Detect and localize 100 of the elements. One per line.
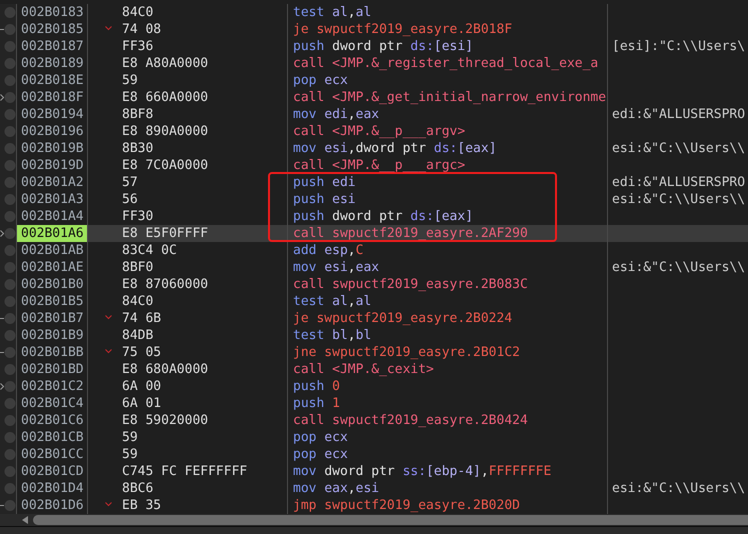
bytes-text: C745 FC FEFFFFFF: [122, 463, 248, 480]
bytes-text: 59: [122, 72, 138, 89]
bytes-text: E8 59020000: [122, 412, 208, 429]
instruction-text: push dword ptr ds:[eax]: [293, 208, 474, 225]
breakpoint-dot-icon[interactable]: [4, 329, 16, 342]
breakpoint-dot-icon[interactable]: [4, 176, 16, 189]
address-text: 002B0194: [21, 106, 84, 123]
breakpoint-dot-icon[interactable]: [4, 261, 16, 274]
breakpoint-dot-icon[interactable]: [4, 227, 16, 240]
address-text: 002B01B9: [21, 327, 84, 344]
breakpoint-dot-icon[interactable]: [4, 397, 16, 410]
bytes-text: 57: [122, 174, 138, 191]
bytes-text: 84DB: [122, 327, 154, 344]
breakpoint-dot-icon[interactable]: [4, 414, 16, 427]
address-text: 002B01D6: [21, 497, 84, 514]
instruction-text: mov esi,eax: [293, 259, 380, 276]
comment-text: esi:&"C:\\Users\\: [612, 480, 746, 497]
address-text: 002B01BB: [21, 344, 84, 361]
address-text: 002B01AB: [21, 242, 84, 259]
address-text: 002B01CD: [21, 463, 84, 480]
bytes-text: 8BC6: [122, 480, 154, 497]
instruction-text: call swpuctf2019_easyre.2B083C: [293, 276, 528, 293]
comment-text: edi:&"ALLUSERSPRO: [612, 106, 746, 123]
breakpoint-dot-icon[interactable]: [4, 210, 16, 223]
breakpoint-dot-icon[interactable]: [4, 91, 16, 104]
instruction-text: pop ecx: [293, 446, 348, 463]
instruction-text: call <JMP.&__p___argv>: [293, 123, 466, 140]
breakpoint-dot-icon[interactable]: [4, 346, 16, 359]
comment-text: edi:&"ALLUSERSPRO: [612, 174, 746, 191]
instruction-text: push 1: [293, 395, 340, 412]
breakpoint-dot-icon[interactable]: [4, 499, 16, 512]
breakpoint-dot-icon[interactable]: [4, 142, 16, 155]
instruction-text: test al,al: [293, 4, 372, 21]
address-text: 002B01A6: [21, 225, 84, 242]
bytes-text: 56: [122, 191, 138, 208]
bytes-text: E8 A80A0000: [122, 55, 208, 72]
comment-text: esi:&"C:\\Users\\: [612, 140, 746, 157]
breakpoint-dot-icon[interactable]: [4, 448, 16, 461]
scroll-left-icon[interactable]: [22, 516, 28, 524]
address-text: 002B01C2: [21, 378, 84, 395]
disassembly-row[interactable]: 002B01A6 E8 E5F0FFFF call swpuctf2019_easyre.2AF290: [0, 225, 748, 242]
breakpoint-dot-icon[interactable]: [4, 465, 16, 478]
breakpoint-dot-icon[interactable]: [4, 108, 16, 121]
jump-dash-icon: [0, 318, 4, 319]
address-text: 002B0185: [21, 21, 84, 38]
bytes-text: 74 08: [122, 21, 162, 38]
breakpoint-dot-icon[interactable]: [4, 278, 16, 291]
breakpoint-dot-icon[interactable]: [4, 125, 16, 138]
jump-dash-icon: [0, 505, 4, 506]
bytes-text: 6A 00: [122, 378, 162, 395]
horizontal-scrollbar[interactable]: [0, 514, 748, 526]
address-text: 002B0187: [21, 38, 84, 55]
breakpoint-dot-icon[interactable]: [4, 74, 16, 87]
breakpoint-dot-icon[interactable]: [4, 295, 16, 308]
breakpoint-dot-icon[interactable]: [4, 6, 16, 19]
instruction-text: push edi: [293, 174, 356, 191]
bytes-text: 74 6B: [122, 310, 162, 327]
breakpoint-dot-icon[interactable]: [4, 57, 16, 70]
bytes-text: E8 7C0A0000: [122, 157, 208, 174]
address-text: 002B01AE: [21, 259, 84, 276]
address-text: 002B0183: [21, 4, 84, 21]
address-text: 002B01B7: [21, 310, 84, 327]
instruction-text: mov esi,dword ptr ds:[eax]: [293, 140, 497, 157]
address-text: 002B01B0: [21, 276, 84, 293]
breakpoint-dot-icon[interactable]: [4, 159, 16, 172]
breakpoint-dot-icon[interactable]: [4, 380, 16, 393]
breakpoint-dot-icon[interactable]: [4, 431, 16, 444]
breakpoint-dot-icon[interactable]: [4, 244, 16, 257]
address-text: 002B01BD: [21, 361, 84, 378]
comment-text: esi:&"C:\\Users\\: [612, 259, 746, 276]
breakpoint-dot-icon[interactable]: [4, 23, 16, 36]
bytes-text: 6A 01: [122, 395, 162, 412]
instruction-text: push dword ptr ds:[esi]: [293, 38, 474, 55]
address-text: 002B01A4: [21, 208, 84, 225]
bytes-text: 59: [122, 446, 138, 463]
breakpoint-dot-icon[interactable]: [4, 40, 16, 53]
instruction-text: test al,al: [293, 293, 372, 310]
scrollbar-thumb[interactable]: [33, 515, 748, 525]
chevron-icon: [0, 94, 4, 101]
address-text: 002B018E: [21, 72, 84, 89]
bytes-text: E8 E5F0FFFF: [122, 225, 208, 242]
instruction-text: push esi: [293, 191, 356, 208]
bytes-text: E8 680A0000: [122, 361, 208, 378]
bytes-text: FF36: [122, 38, 154, 55]
bytes-text: 8BF8: [122, 106, 154, 123]
address-text: 002B01A2: [21, 174, 84, 191]
bytes-text: 59: [122, 429, 138, 446]
bytes-text: 75 05: [122, 344, 162, 361]
jump-dash-icon: [0, 352, 4, 353]
chevron-icon: [0, 230, 4, 237]
breakpoint-dot-icon[interactable]: [4, 482, 16, 495]
bytes-text: 8BF0: [122, 259, 154, 276]
address-text: 002B01C4: [21, 395, 84, 412]
address-text: 002B01C6: [21, 412, 84, 429]
bytes-text: FF30: [122, 208, 154, 225]
breakpoint-dot-icon[interactable]: [4, 363, 16, 376]
address-text: 002B018F: [21, 89, 84, 106]
instruction-text: test bl,bl: [293, 327, 372, 344]
breakpoint-dot-icon[interactable]: [4, 193, 16, 206]
breakpoint-dot-icon[interactable]: [4, 312, 16, 325]
